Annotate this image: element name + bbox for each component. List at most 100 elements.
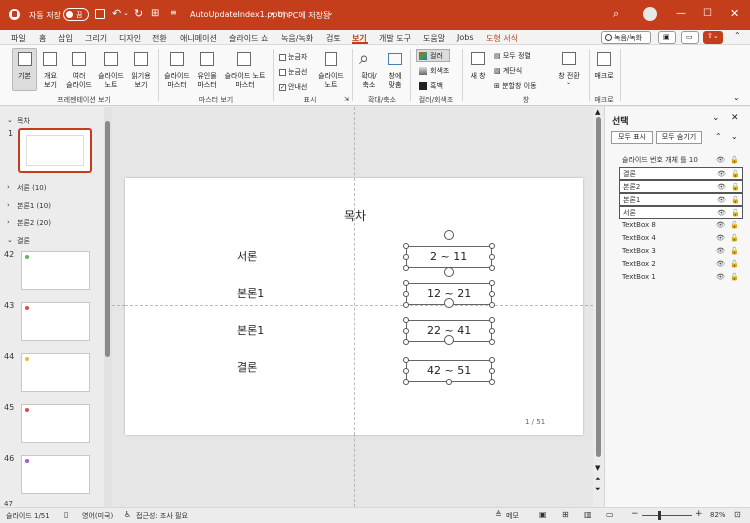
resize-handle[interactable] bbox=[489, 254, 495, 260]
pane-close-icon[interactable]: ✕ bbox=[731, 113, 739, 123]
zoom-level[interactable]: 82% bbox=[710, 511, 726, 519]
zoom-out-icon[interactable]: − bbox=[631, 509, 639, 519]
slide-thumbnail[interactable] bbox=[21, 404, 90, 443]
resize-handle[interactable] bbox=[489, 379, 495, 385]
selection-item-selected[interactable]: 본론2 👁 🔓 bbox=[619, 180, 743, 193]
resize-handle[interactable] bbox=[489, 357, 495, 363]
scroll-down-icon[interactable]: ▼ bbox=[595, 464, 600, 472]
resize-handle[interactable] bbox=[403, 280, 409, 286]
tab-home[interactable]: 홈 bbox=[39, 33, 46, 44]
grayscale-button[interactable]: 회색조 bbox=[416, 65, 456, 78]
tab-design[interactable]: 디자인 bbox=[119, 33, 141, 44]
selection-item[interactable]: TextBox 4 👁 🔓 bbox=[619, 232, 743, 245]
tab-help[interactable]: 도움말 bbox=[423, 33, 445, 44]
resize-handle[interactable] bbox=[489, 291, 495, 297]
section-header[interactable]: 목차 bbox=[17, 116, 30, 126]
canvas-scrollbar[interactable]: ▲ ▼ ⏶ ⏷ bbox=[593, 107, 604, 507]
save-icon[interactable] bbox=[95, 9, 105, 19]
lock-icon[interactable]: 🔓 bbox=[730, 271, 739, 284]
row-label[interactable]: 본론1 bbox=[237, 285, 264, 301]
selection-item-selected[interactable]: 서론 👁 🔓 bbox=[619, 206, 743, 219]
present-button[interactable]: ▭ bbox=[681, 31, 699, 44]
zoom-button[interactable]: 확대/ 축소 bbox=[354, 72, 384, 90]
resize-handle[interactable] bbox=[403, 368, 409, 374]
tab-slideshow[interactable]: 슬라이드 쇼 bbox=[229, 33, 268, 44]
zoom-slider[interactable] bbox=[642, 515, 692, 516]
selection-item[interactable]: TextBox 8 👁 🔓 bbox=[619, 219, 743, 232]
resize-handle[interactable] bbox=[403, 357, 409, 363]
resize-handle[interactable] bbox=[403, 254, 409, 260]
slide-sorter-button[interactable]: 여러 슬라이드 bbox=[64, 72, 94, 90]
redo-icon[interactable]: ↻ bbox=[134, 7, 143, 20]
customize-toolbar-icon[interactable]: ≡ bbox=[170, 8, 177, 17]
reading-view-status-icon[interactable]: ▥ bbox=[584, 510, 592, 519]
notes-toggle-icon[interactable]: ≜ bbox=[495, 510, 502, 519]
tab-file[interactable]: 파일 bbox=[11, 33, 26, 44]
resize-handle[interactable] bbox=[489, 328, 495, 334]
macro-button[interactable]: 매크로 bbox=[590, 72, 618, 81]
show-all-button[interactable]: 모두 표시 bbox=[611, 131, 653, 144]
tab-record[interactable]: 녹음/녹화 bbox=[281, 33, 313, 44]
resize-handle[interactable] bbox=[446, 379, 452, 385]
section-header[interactable]: 본론1 (10) bbox=[17, 201, 51, 211]
rotate-handle-icon[interactable] bbox=[444, 298, 454, 308]
color-button[interactable]: 컬러 bbox=[416, 49, 450, 62]
present-from-start-icon[interactable]: ⊞ bbox=[151, 8, 159, 19]
slide[interactable]: 목차 서론 본론1 본론1 결론 2 ~ 11 12 ~ 21 22 ~ 41 … bbox=[125, 178, 583, 435]
resize-handle[interactable] bbox=[403, 243, 409, 249]
language-indicator[interactable]: 영어(미국) bbox=[82, 511, 113, 521]
slide-thumbnail[interactable] bbox=[21, 455, 90, 494]
hide-all-button[interactable]: 모두 숨기기 bbox=[656, 131, 702, 144]
minimize-icon[interactable]: — bbox=[676, 8, 686, 19]
selection-item-selected[interactable]: 본론1 👁 🔓 bbox=[619, 193, 743, 206]
accessibility-icon[interactable]: ♿ bbox=[124, 510, 131, 519]
comments-button[interactable]: ▣ bbox=[658, 31, 676, 44]
lock-icon[interactable]: 🔓 bbox=[730, 232, 739, 245]
eye-icon[interactable]: 👁 bbox=[716, 232, 725, 245]
pane-options-chevron-icon[interactable]: ⌄ bbox=[712, 113, 720, 123]
resize-handle[interactable] bbox=[403, 317, 409, 323]
slide-thumbnail-selected[interactable] bbox=[18, 128, 92, 173]
section-chevron-icon[interactable]: ⌄ bbox=[7, 236, 13, 244]
resize-handle[interactable] bbox=[489, 317, 495, 323]
accessibility-status[interactable]: 접근성: 조사 필요 bbox=[136, 511, 188, 521]
rotate-handle-icon[interactable] bbox=[444, 335, 454, 345]
resize-handle[interactable] bbox=[489, 243, 495, 249]
show-dialog-launcher-icon[interactable]: ⇲ bbox=[344, 96, 349, 103]
eye-icon[interactable]: 👁 bbox=[716, 245, 725, 258]
bring-forward-icon[interactable]: ⌃ bbox=[715, 132, 722, 141]
scroll-up-icon[interactable]: ▲ bbox=[595, 108, 600, 116]
notes-page-button[interactable]: 슬라이드 노트 bbox=[95, 72, 127, 90]
lock-icon[interactable]: 🔓 bbox=[730, 154, 739, 167]
resize-handle[interactable] bbox=[489, 339, 495, 345]
outline-view-button[interactable]: 개요 보기 bbox=[38, 72, 63, 90]
section-chevron-icon[interactable]: › bbox=[7, 201, 10, 209]
scroll-thumb[interactable] bbox=[596, 117, 601, 457]
slide-sorter-status-icon[interactable]: ⊞ bbox=[562, 510, 569, 519]
resize-handle[interactable] bbox=[403, 379, 409, 385]
slideshow-status-icon[interactable]: ▭ bbox=[606, 510, 614, 519]
row-label[interactable]: 서론 bbox=[237, 248, 257, 264]
ribbon-collapse-icon[interactable]: ⌃ bbox=[734, 31, 741, 40]
previous-slide-icon[interactable]: ⏶ bbox=[595, 475, 601, 484]
location-dropdown-icon[interactable]: ⌄ bbox=[327, 8, 334, 17]
eye-icon[interactable]: 👁 bbox=[716, 154, 725, 167]
resize-handle[interactable] bbox=[403, 339, 409, 345]
notes-toggle[interactable]: 메모 bbox=[506, 511, 519, 521]
undo-dropdown-icon[interactable]: ⌄ bbox=[123, 9, 129, 17]
row-label[interactable]: 본론1 bbox=[237, 322, 264, 338]
selection-item[interactable]: TextBox 3 👁 🔓 bbox=[619, 245, 743, 258]
tab-transitions[interactable]: 전환 bbox=[152, 33, 167, 44]
section-chevron-icon[interactable]: ⌄ bbox=[7, 116, 13, 124]
section-header[interactable]: 본론2 (20) bbox=[17, 218, 51, 228]
notes-button[interactable]: 슬라이드 노트 bbox=[314, 72, 348, 90]
zoom-slider-thumb[interactable] bbox=[658, 511, 661, 520]
tab-insert[interactable]: 삽입 bbox=[58, 33, 73, 44]
normal-view-status-icon[interactable]: ▣ bbox=[539, 510, 547, 519]
lock-icon[interactable]: 🔓 bbox=[730, 245, 739, 258]
resize-handle[interactable] bbox=[403, 302, 409, 308]
save-location[interactable]: 이 PC에 저장됨 bbox=[278, 10, 330, 21]
search-icon[interactable]: ⌕ bbox=[613, 7, 619, 21]
resize-handle[interactable] bbox=[403, 265, 409, 271]
row-label[interactable]: 결론 bbox=[237, 359, 257, 375]
